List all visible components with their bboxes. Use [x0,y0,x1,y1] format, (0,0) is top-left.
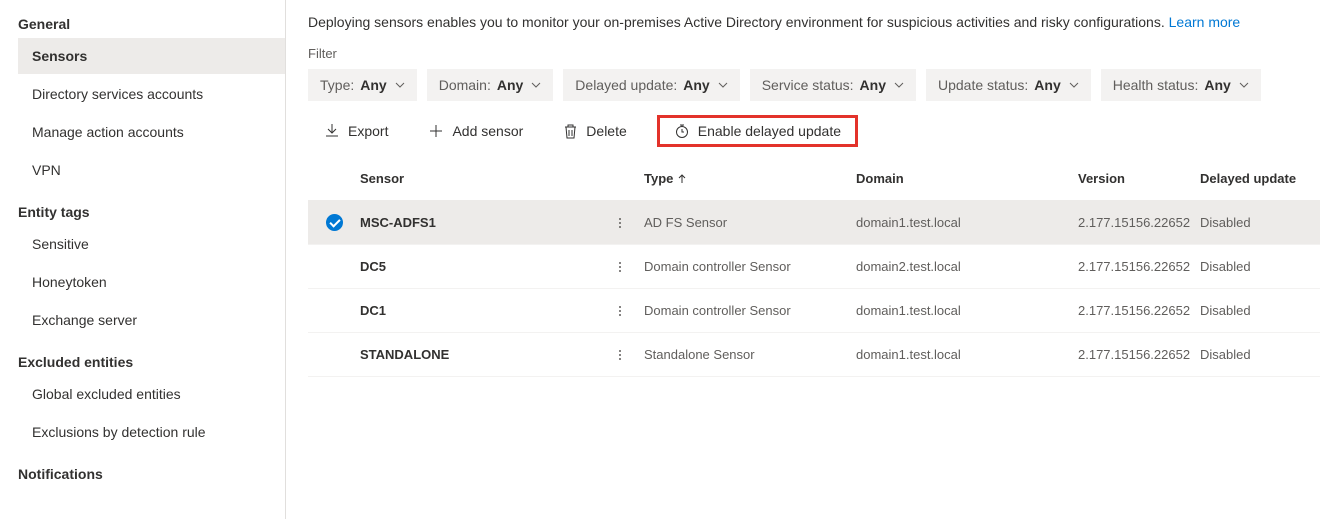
row-select[interactable] [308,214,360,231]
chevron-down-icon [1239,80,1249,90]
filter-label-text: Service status: [762,77,854,93]
sidebar-item[interactable]: Global excluded entities [18,376,285,412]
enable-delayed-update-button[interactable]: Enable delayed update [657,115,858,147]
intro-text: Deploying sensors enables you to monitor… [308,14,1320,30]
main-content: Deploying sensors enables you to monitor… [286,0,1320,519]
filter-label-text: Type: [320,77,354,93]
filter-value: Any [683,77,709,93]
add-sensor-button[interactable]: Add sensor [418,116,533,146]
delete-label: Delete [586,123,626,139]
sidebar: GeneralSensorsDirectory services account… [0,0,286,519]
nav-section-header: Entity tags [18,194,285,226]
filter-value: Any [1204,77,1230,93]
add-sensor-label: Add sensor [452,123,523,139]
cell-sensor: DC5 [360,259,610,274]
cell-type: Domain controller Sensor [644,303,856,318]
filter-value: Any [860,77,886,93]
radio-checked-icon [326,214,343,231]
cell-sensor: DC1 [360,303,610,318]
chevron-down-icon [395,80,405,90]
cell-domain: domain2.test.local [856,259,1078,274]
table-header: Sensor Type Domain Version Delayed updat… [308,157,1320,201]
nav-section-header: Excluded entities [18,344,285,376]
table-row[interactable]: STANDALONE Standalone Sensor domain1.tes… [308,333,1320,377]
sidebar-item[interactable]: Directory services accounts [18,76,285,112]
nav-section-header: General [18,6,285,38]
filter-dropdown[interactable]: Delayed update: Any [563,69,739,101]
chevron-down-icon [531,80,541,90]
filter-dropdown[interactable]: Health status: Any [1101,69,1261,101]
learn-more-link[interactable]: Learn more [1169,14,1241,30]
sidebar-item[interactable]: Sensitive [18,226,285,262]
cell-type: AD FS Sensor [644,215,856,230]
delete-button[interactable]: Delete [553,116,636,146]
sort-up-icon [677,174,687,184]
filter-bar: Type: AnyDomain: AnyDelayed update: AnyS… [308,69,1320,101]
chevron-down-icon [718,80,728,90]
nav-section-header: Notifications [18,456,285,488]
filter-dropdown[interactable]: Domain: Any [427,69,554,101]
filter-label-text: Domain: [439,77,491,93]
column-sensor[interactable]: Sensor [360,171,610,186]
filter-dropdown[interactable]: Service status: Any [750,69,916,101]
table-row[interactable]: DC5 Domain controller Sensor domain2.tes… [308,245,1320,289]
table-row[interactable]: MSC-ADFS1 AD FS Sensor domain1.test.loca… [308,201,1320,245]
sidebar-item[interactable]: Manage action accounts [18,114,285,150]
sensors-table: Sensor Type Domain Version Delayed updat… [308,157,1320,377]
trash-icon [563,123,578,139]
cell-version: 2.177.15156.22652 [1078,259,1200,274]
filter-label-text: Update status: [938,77,1028,93]
cell-version: 2.177.15156.22652 [1078,347,1200,362]
sidebar-item[interactable]: Exclusions by detection rule [18,414,285,450]
filter-label-text: Delayed update: [575,77,677,93]
filter-value: Any [497,77,523,93]
sidebar-item[interactable]: VPN [18,152,285,188]
export-button[interactable]: Export [314,116,398,146]
filter-label: Filter [308,46,1320,61]
cell-version: 2.177.15156.22652 [1078,303,1200,318]
export-label: Export [348,123,388,139]
column-delayed[interactable]: Delayed update [1200,171,1320,186]
cell-domain: domain1.test.local [856,303,1078,318]
filter-dropdown[interactable]: Type: Any [308,69,417,101]
cell-type: Domain controller Sensor [644,259,856,274]
column-type[interactable]: Type [644,171,856,186]
sidebar-item[interactable]: Exchange server [18,302,285,338]
cell-domain: domain1.test.local [856,215,1078,230]
table-row[interactable]: DC1 Domain controller Sensor domain1.tes… [308,289,1320,333]
cell-delayed: Disabled [1200,303,1320,318]
plus-icon [428,123,444,139]
row-more-button[interactable] [610,302,630,320]
cell-type: Standalone Sensor [644,347,856,362]
cell-domain: domain1.test.local [856,347,1078,362]
cell-delayed: Disabled [1200,259,1320,274]
cell-delayed: Disabled [1200,215,1320,230]
filter-dropdown[interactable]: Update status: Any [926,69,1091,101]
cell-version: 2.177.15156.22652 [1078,215,1200,230]
row-more-button[interactable] [610,258,630,276]
enable-delayed-update-label: Enable delayed update [698,123,841,139]
chevron-down-icon [1069,80,1079,90]
download-icon [324,123,340,139]
filter-value: Any [360,77,386,93]
intro-text-body: Deploying sensors enables you to monitor… [308,14,1169,30]
cell-delayed: Disabled [1200,347,1320,362]
cell-sensor: MSC-ADFS1 [360,215,610,230]
column-domain[interactable]: Domain [856,171,1078,186]
chevron-down-icon [894,80,904,90]
filter-label-text: Health status: [1113,77,1199,93]
filter-value: Any [1034,77,1060,93]
cell-sensor: STANDALONE [360,347,610,362]
sidebar-item[interactable]: Sensors [18,38,285,74]
row-more-button[interactable] [610,214,630,232]
stopwatch-icon [674,123,690,139]
sidebar-item[interactable]: Honeytoken [18,264,285,300]
command-bar: Export Add sensor Delete Enable delayed … [308,115,1320,147]
column-type-label: Type [644,171,673,186]
column-version[interactable]: Version [1078,171,1200,186]
row-more-button[interactable] [610,346,630,364]
